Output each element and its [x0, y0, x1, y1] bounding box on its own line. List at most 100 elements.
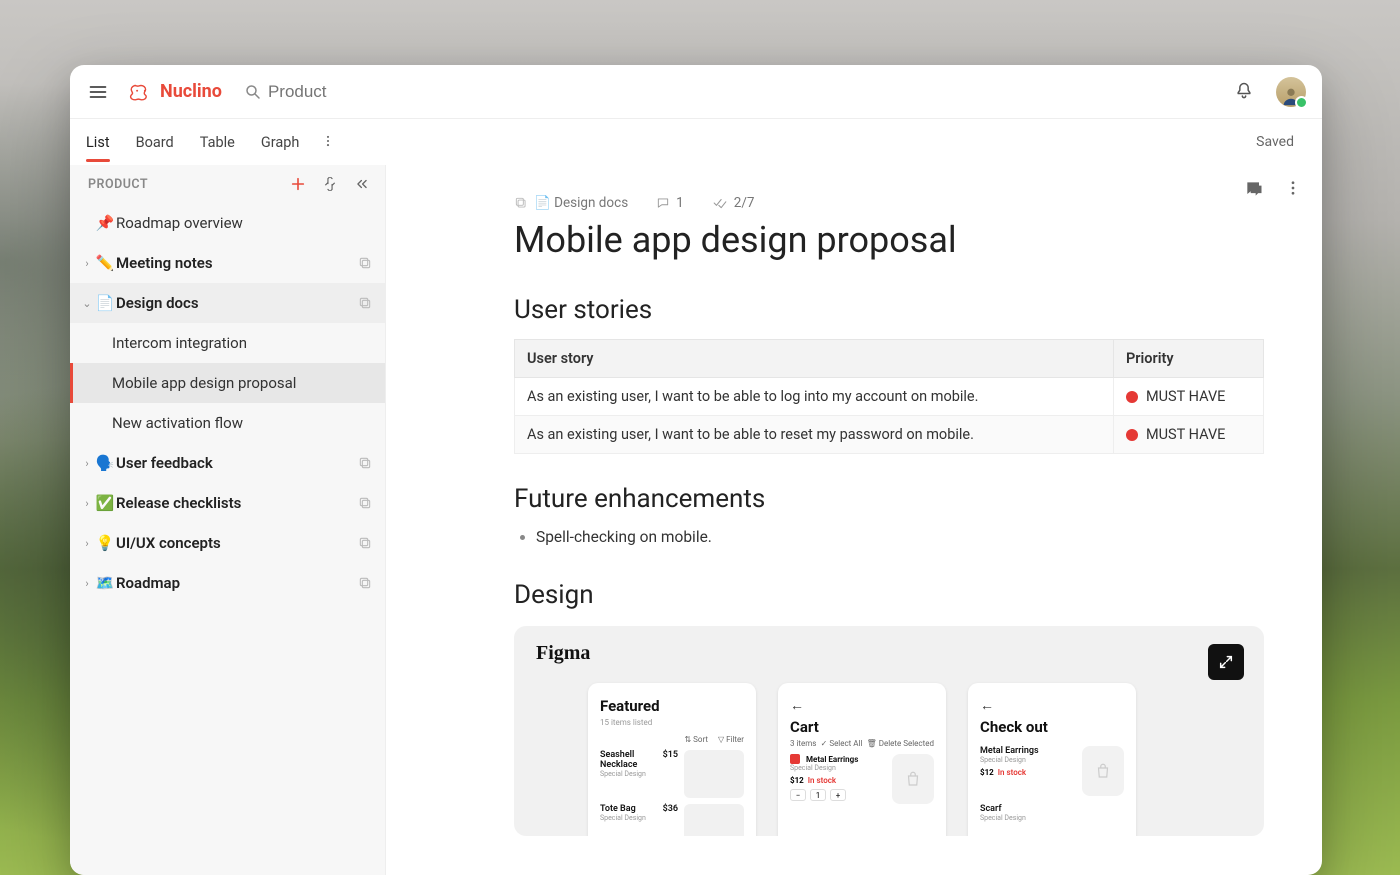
comments-count-value: 1	[676, 195, 684, 211]
sidebar-item-design-docs[interactable]: ⌄ 📄 Design docs	[70, 283, 385, 323]
mock-title: Check out	[980, 718, 1124, 736]
copy-icon	[357, 535, 373, 551]
map-icon: 🗺️	[94, 574, 116, 592]
mock-item-sub: Special Design	[600, 814, 678, 822]
page-icon: 📄	[94, 294, 116, 312]
chat-icon	[1244, 179, 1264, 199]
add-page-button[interactable]	[289, 175, 307, 193]
sidebar-tree: 📌 Roadmap overview › ✏️ Meeting notes ⌄ …	[70, 199, 385, 607]
mock-title: Featured	[600, 697, 744, 715]
mock-item-sub: Special Design	[980, 756, 1076, 764]
sidebar-item-label: Roadmap	[116, 574, 357, 592]
priority-dot-icon	[1126, 391, 1138, 403]
chevron-down-icon: ⌄	[80, 297, 94, 310]
check-icon: ✅	[94, 494, 116, 512]
breadcrumb-label: 📄 Design docs	[534, 195, 628, 211]
sidebar-section-title: PRODUCT	[88, 177, 289, 192]
workspace: PRODUCT 📌 Roadmap overview › ✏️ Meeting …	[70, 165, 1322, 875]
doc-meta-row: 📄 Design docs 1 2/7	[514, 195, 1264, 211]
sidebar-item-label: Release checklists	[116, 494, 357, 512]
comments-count[interactable]: 1	[656, 195, 684, 211]
menu-button[interactable]	[86, 80, 110, 104]
chevron-right-icon: ›	[80, 457, 94, 470]
checklist-icon	[712, 196, 728, 210]
mock-item-name: Metal Earrings	[806, 755, 858, 764]
sidebar-item-uiux-concepts[interactable]: › 💡 UI/UX concepts	[70, 523, 385, 563]
cell-priority: MUST HAVE	[1114, 416, 1264, 454]
bell-icon	[1234, 81, 1254, 101]
comment-icon	[656, 196, 670, 210]
copy-icon	[357, 295, 373, 311]
doc-more-button[interactable]	[1284, 179, 1304, 199]
tab-list[interactable]: List	[86, 124, 110, 161]
expand-icon	[1218, 654, 1234, 670]
mock-thumbnail	[684, 750, 744, 798]
mock-item-stock: In stock	[808, 776, 836, 785]
sidebar-item-user-feedback[interactable]: › 🗣️ User feedback	[70, 443, 385, 483]
list-item-text: Spell-checking on mobile.	[536, 528, 712, 546]
breadcrumb[interactable]: 📄 Design docs	[514, 195, 628, 211]
tab-graph[interactable]: Graph	[261, 124, 300, 161]
sidebar-item-roadmap[interactable]: › 🗺️ Roadmap	[70, 563, 385, 603]
mock-item-price: $12	[790, 776, 804, 785]
sidebar-item-label: Intercom integration	[112, 334, 247, 352]
sidebar-header: PRODUCT	[70, 165, 385, 199]
sidebar-child-activation-flow[interactable]: New activation flow	[70, 403, 385, 443]
speaking-head-icon: 🗣️	[94, 454, 116, 472]
sidebar-item-release-checklists[interactable]: › ✅ Release checklists	[70, 483, 385, 523]
table-row[interactable]: As an existing user, I want to be able t…	[515, 416, 1264, 454]
mock-thumbnail	[892, 754, 934, 804]
sidebar-item-label: Mobile app design proposal	[112, 374, 296, 392]
search-field[interactable]	[244, 82, 468, 102]
search-input[interactable]	[268, 82, 468, 102]
sidebar-item-label: User feedback	[116, 454, 357, 472]
task-progress[interactable]: 2/7	[712, 195, 755, 211]
pencil-icon: ✏️	[94, 254, 116, 272]
view-tabs-row: List Board Table Graph Saved	[70, 119, 1322, 165]
table-row[interactable]: As an existing user, I want to be able t…	[515, 378, 1264, 416]
mock-item-sub: Special Design	[600, 770, 678, 778]
column-header-priority: Priority	[1114, 340, 1264, 378]
collapse-sidebar-button[interactable]	[353, 175, 371, 193]
mock-subtitle: 3 items	[790, 739, 816, 748]
tabs-more-button[interactable]	[321, 133, 335, 152]
mock-item-price: $15	[663, 750, 678, 770]
sidebar-item-label: Meeting notes	[116, 254, 357, 272]
cell-priority: MUST HAVE	[1114, 378, 1264, 416]
sidebar-child-intercom[interactable]: Intercom integration	[70, 323, 385, 363]
back-arrow-icon: ←	[790, 697, 934, 714]
comments-button[interactable]	[1244, 179, 1264, 199]
dots-vertical-icon	[1284, 179, 1302, 197]
quantity-stepper: −1+	[790, 789, 886, 801]
app-window: Nuclino List Board Table Graph Saved	[70, 65, 1322, 875]
brand-logo[interactable]: Nuclino	[128, 81, 222, 102]
mock-filter: ▽ Filter	[718, 735, 744, 744]
chevron-right-icon: ›	[80, 257, 94, 270]
mock-item-name: Seashell Necklace	[600, 750, 663, 770]
user-stories-table: User story Priority As an existing user,…	[514, 339, 1264, 454]
figma-embed[interactable]: Figma Featured 15 items listed ⇅ Sort ▽ …	[514, 626, 1264, 836]
user-avatar[interactable]	[1276, 77, 1306, 107]
tab-board[interactable]: Board	[136, 124, 174, 161]
figma-mock-row: Featured 15 items listed ⇅ Sort ▽ Filter…	[536, 683, 1242, 836]
page-title[interactable]: Mobile app design proposal	[514, 219, 1264, 261]
sidebar-item-roadmap-overview[interactable]: 📌 Roadmap overview	[70, 203, 385, 243]
expand-sidebar-button[interactable]	[321, 175, 339, 193]
search-icon	[244, 83, 262, 101]
mock-item-sub: Special Design	[980, 814, 1124, 822]
cell-story: As an existing user, I want to be able t…	[515, 378, 1114, 416]
priority-label: MUST HAVE	[1146, 426, 1225, 443]
sidebar-child-mobile-proposal[interactable]: Mobile app design proposal	[70, 363, 385, 403]
tab-table[interactable]: Table	[200, 124, 235, 161]
notifications-button[interactable]	[1234, 81, 1256, 103]
sidebar-item-meeting-notes[interactable]: › ✏️ Meeting notes	[70, 243, 385, 283]
priority-label: MUST HAVE	[1146, 388, 1225, 405]
avatar-image	[1276, 77, 1306, 107]
priority-dot-icon	[1126, 429, 1138, 441]
expand-embed-button[interactable]	[1208, 644, 1244, 680]
hamburger-icon	[88, 82, 108, 102]
mock-item-name: Scarf	[980, 804, 1002, 814]
document-actions	[1244, 179, 1304, 199]
list-item[interactable]: Spell-checking on mobile.	[536, 528, 1264, 546]
copy-icon	[357, 255, 373, 271]
